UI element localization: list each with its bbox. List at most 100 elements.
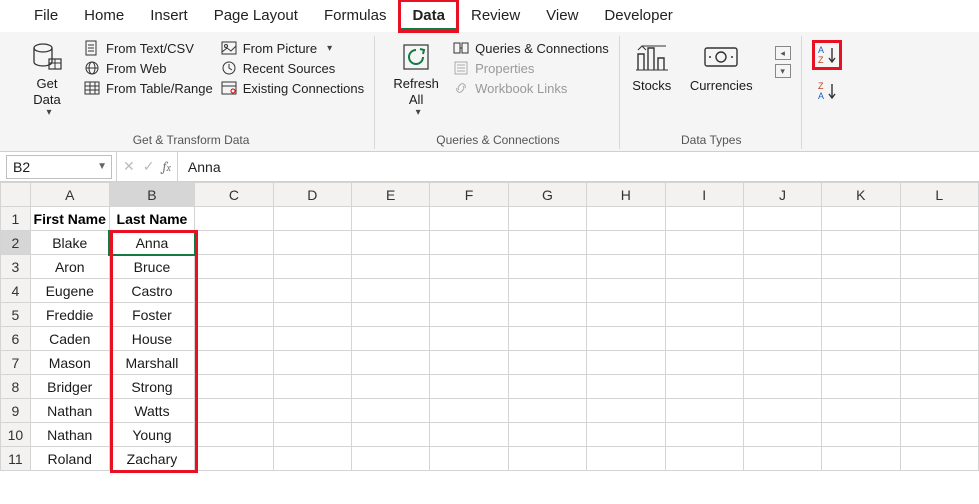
cell[interactable] — [508, 231, 586, 255]
sort-descending-button[interactable]: ZA — [814, 78, 840, 104]
cell[interactable] — [743, 207, 821, 231]
col-header-K[interactable]: K — [822, 183, 900, 207]
col-header-G[interactable]: G — [508, 183, 586, 207]
cell[interactable] — [273, 375, 351, 399]
cell[interactable] — [900, 351, 978, 375]
cell[interactable] — [665, 207, 743, 231]
cell[interactable] — [822, 231, 900, 255]
col-header-L[interactable]: L — [900, 183, 978, 207]
cell[interactable] — [587, 375, 665, 399]
cell[interactable] — [900, 303, 978, 327]
cell[interactable] — [822, 207, 900, 231]
cell[interactable] — [352, 447, 430, 471]
fx-icon[interactable]: fx — [162, 158, 170, 175]
cell[interactable] — [195, 423, 273, 447]
cell[interactable] — [430, 279, 508, 303]
row-header[interactable]: 3 — [1, 255, 31, 279]
cell[interactable] — [430, 423, 508, 447]
row-header[interactable]: 2 — [1, 231, 31, 255]
row-header[interactable]: 11 — [1, 447, 31, 471]
tab-page-layout[interactable]: Page Layout — [202, 1, 310, 31]
cell[interactable]: Last Name — [109, 207, 195, 231]
cell[interactable]: Castro — [109, 279, 195, 303]
col-header-C[interactable]: C — [195, 183, 273, 207]
cell[interactable] — [508, 207, 586, 231]
cell[interactable]: Blake — [30, 231, 109, 255]
cell[interactable] — [900, 255, 978, 279]
datatype-next[interactable]: ▾ — [775, 64, 791, 78]
cell[interactable]: Watts — [109, 399, 195, 423]
cell[interactable] — [587, 303, 665, 327]
cell[interactable]: Eugene — [30, 279, 109, 303]
cell[interactable] — [587, 447, 665, 471]
cell[interactable] — [587, 279, 665, 303]
cell[interactable] — [900, 207, 978, 231]
accept-formula-icon[interactable]: ✓ — [143, 158, 155, 175]
cell[interactable] — [665, 351, 743, 375]
cell[interactable] — [587, 327, 665, 351]
cell[interactable] — [587, 207, 665, 231]
cell[interactable] — [195, 375, 273, 399]
cell[interactable] — [273, 423, 351, 447]
cell[interactable] — [822, 447, 900, 471]
cell[interactable] — [195, 399, 273, 423]
sort-ascending-button[interactable]: AZ — [814, 42, 840, 68]
cell[interactable] — [430, 303, 508, 327]
cell[interactable] — [352, 423, 430, 447]
cell[interactable] — [822, 303, 900, 327]
cell[interactable] — [508, 303, 586, 327]
col-header-H[interactable]: H — [587, 183, 665, 207]
cell[interactable] — [665, 447, 743, 471]
cell[interactable] — [900, 399, 978, 423]
cell[interactable] — [352, 279, 430, 303]
cell[interactable] — [900, 231, 978, 255]
cell[interactable]: Anna — [109, 231, 195, 255]
cell[interactable]: Foster — [109, 303, 195, 327]
from-table-range-button[interactable]: From Table/Range — [84, 80, 213, 96]
tab-file[interactable]: File — [22, 1, 70, 31]
cell[interactable] — [822, 327, 900, 351]
cell[interactable] — [352, 255, 430, 279]
grid-table[interactable]: A B C D E F G H I J K L 1First NameLast … — [0, 182, 979, 471]
cell[interactable] — [430, 351, 508, 375]
properties-button[interactable]: Properties — [453, 60, 609, 76]
cell[interactable]: Nathan — [30, 423, 109, 447]
cell[interactable] — [587, 423, 665, 447]
col-header-J[interactable]: J — [743, 183, 821, 207]
cell[interactable] — [352, 399, 430, 423]
cell[interactable] — [743, 447, 821, 471]
cell[interactable] — [273, 279, 351, 303]
cell[interactable] — [743, 375, 821, 399]
cell[interactable]: Bridger — [30, 375, 109, 399]
cell[interactable] — [508, 423, 586, 447]
cell[interactable] — [743, 303, 821, 327]
cell[interactable] — [195, 207, 273, 231]
cell[interactable] — [743, 351, 821, 375]
cell[interactable]: Young — [109, 423, 195, 447]
cell[interactable] — [900, 375, 978, 399]
cell[interactable] — [430, 399, 508, 423]
tab-insert[interactable]: Insert — [138, 1, 200, 31]
cell[interactable]: Mason — [30, 351, 109, 375]
cell[interactable] — [273, 351, 351, 375]
name-box-dropdown-icon[interactable]: ▼ — [97, 161, 111, 172]
cell[interactable] — [665, 375, 743, 399]
queries-connections-button[interactable]: Queries & Connections — [453, 40, 609, 56]
tab-developer[interactable]: Developer — [592, 1, 684, 31]
cell[interactable] — [273, 207, 351, 231]
cell[interactable]: Nathan — [30, 399, 109, 423]
cell[interactable] — [665, 255, 743, 279]
cell[interactable]: Zachary — [109, 447, 195, 471]
cell[interactable] — [352, 351, 430, 375]
from-web-button[interactable]: From Web — [84, 60, 213, 76]
cell[interactable] — [587, 351, 665, 375]
cell[interactable]: Freddie — [30, 303, 109, 327]
cell[interactable] — [430, 231, 508, 255]
cell[interactable] — [352, 207, 430, 231]
row-header[interactable]: 8 — [1, 375, 31, 399]
cell[interactable] — [195, 255, 273, 279]
tab-formulas[interactable]: Formulas — [312, 1, 399, 31]
cell[interactable] — [743, 423, 821, 447]
cell[interactable] — [508, 351, 586, 375]
cell[interactable] — [743, 279, 821, 303]
